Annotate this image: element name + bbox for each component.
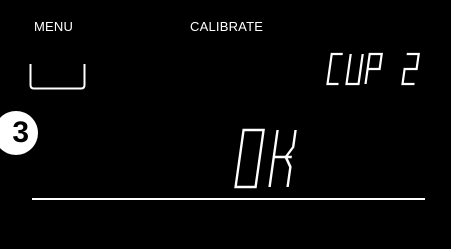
display-screen: MENU CALIBRATE 3 CUP 2 OK: [0, 0, 451, 249]
menu-label[interactable]: MENU: [34, 20, 73, 34]
step-number-badge: 3: [0, 111, 38, 155]
cup-outline-icon: [29, 64, 86, 90]
mode-label: CALIBRATE: [190, 19, 264, 34]
status-message: OK: [232, 127, 312, 191]
divider-line: [32, 198, 425, 200]
cup-indicator: CUP 2: [326, 52, 426, 88]
